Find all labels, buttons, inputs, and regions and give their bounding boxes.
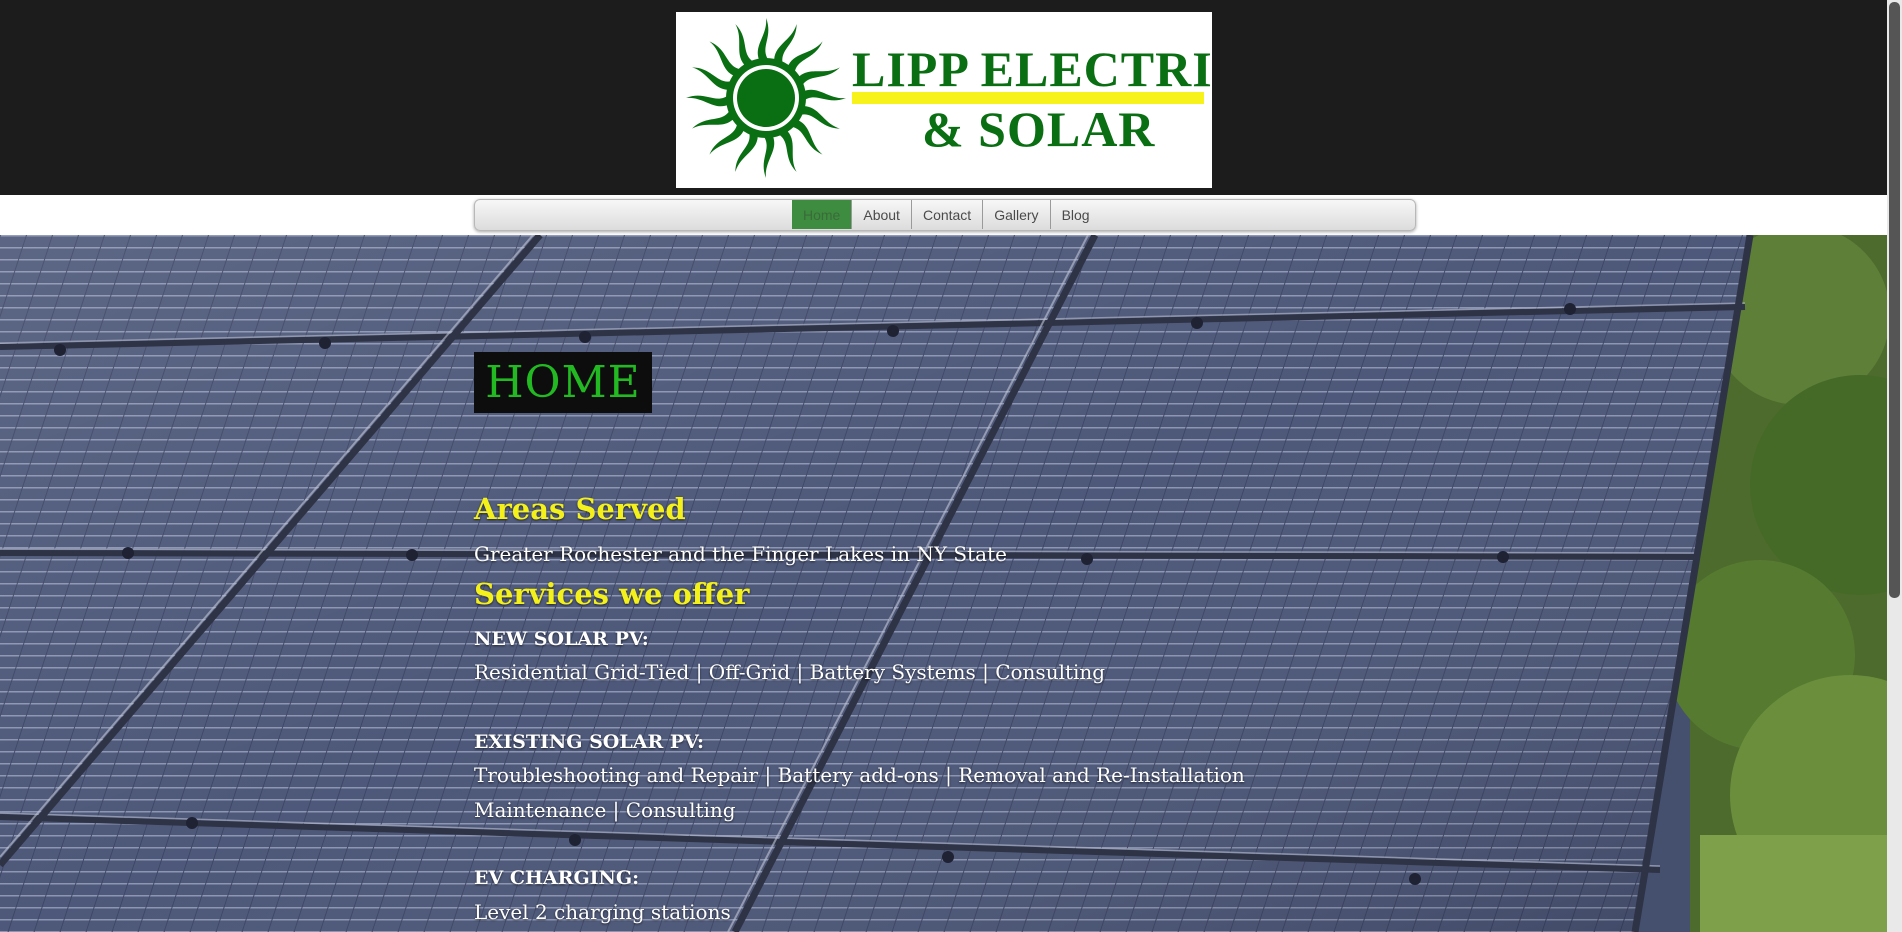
nav-item-contact[interactable]: Contact [910,200,982,229]
ev-charging-services: Level 2 charging stations [474,900,731,924]
nav-item-home[interactable]: Home [792,200,852,229]
logo-text-line2: & SOLAR [922,101,1156,157]
services-heading: Services we offer [474,577,750,611]
existing-solar-services-line2: Maintenance | Consulting [474,798,736,822]
logo-text-line1: LIPP ELECTRIC [852,41,1212,97]
page-scrollbar[interactable] [1887,0,1902,932]
existing-solar-label: EXISTING SOLAR PV: [474,731,704,753]
main-menu: Home About Contact Gallery Blog [792,200,1101,229]
scrollbar-thumb[interactable] [1889,2,1900,598]
areas-served-heading: Areas Served [474,492,686,526]
ev-charging-label: EV CHARGING: [474,867,640,889]
existing-solar-services-line1: Troubleshooting and Repair | Battery add… [474,763,1245,787]
site-logo[interactable]: LIPP ELECTRIC & SOLAR [676,12,1212,188]
page-title-box: HOME [474,352,652,413]
new-solar-label: NEW SOLAR PV: [474,628,649,650]
nav-item-blog[interactable]: Blog [1049,200,1101,229]
areas-served-text: Greater Rochester and the Finger Lakes i… [474,542,1007,566]
nav-item-gallery[interactable]: Gallery [982,200,1049,229]
new-solar-services: Residential Grid-Tied | Off-Grid | Batte… [474,660,1106,684]
page-title: HOME [485,357,641,408]
nav-item-about[interactable]: About [851,200,911,229]
hero-solar-panels-image [0,235,1887,932]
